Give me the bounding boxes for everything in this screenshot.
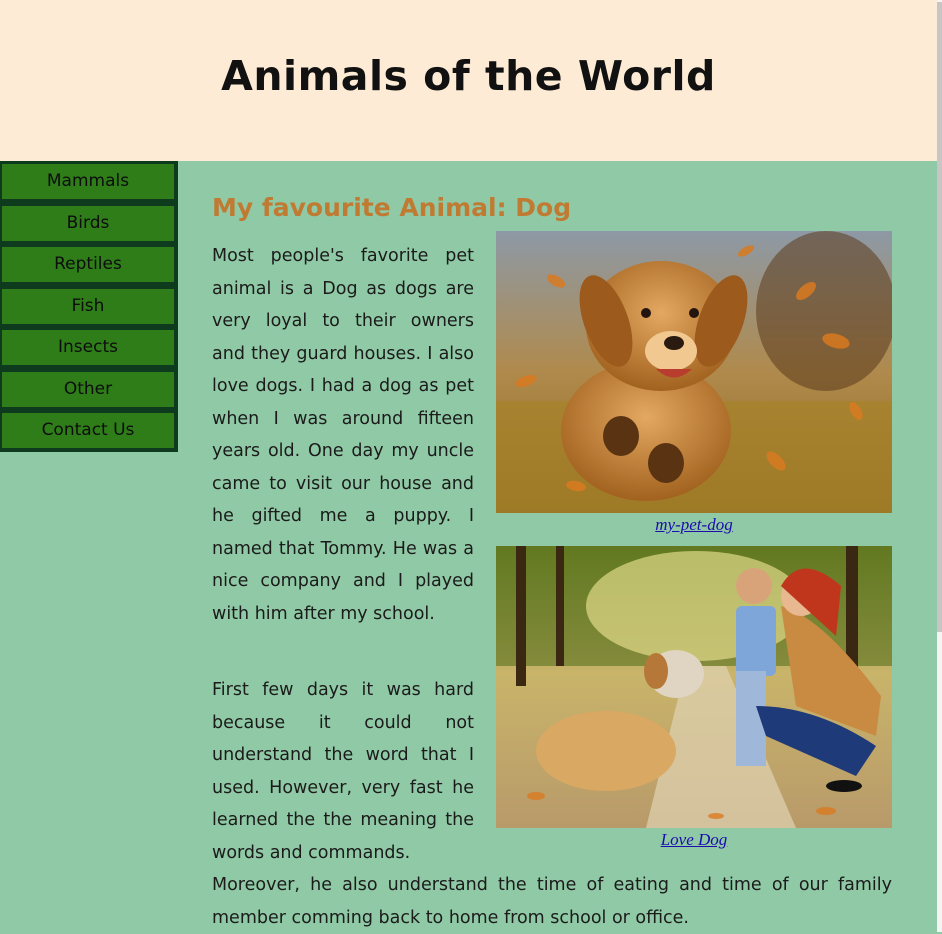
nav-item-birds[interactable]: Birds bbox=[2, 206, 174, 241]
nav-item-other[interactable]: Other bbox=[2, 372, 174, 407]
scrollbar[interactable] bbox=[937, 0, 942, 932]
figure-love-dog: Love Dog bbox=[496, 546, 892, 850]
figure-caption-love-dog[interactable]: Love Dog bbox=[496, 830, 892, 850]
article-paragraph-1: Most people's favorite pet animal is a D… bbox=[212, 246, 474, 624]
figure-pet-dog: my-pet-dog bbox=[496, 231, 892, 535]
nav-item-insects[interactable]: Insects bbox=[2, 330, 174, 365]
article-paragraph-2-continued: Moreover, he also understand the time of… bbox=[212, 875, 892, 928]
family-dog-photo bbox=[496, 546, 892, 828]
scrollbar-thumb[interactable] bbox=[937, 2, 942, 632]
article-paragraph-2: First few days it was hard because it co… bbox=[212, 680, 474, 863]
figure-caption-pet-dog[interactable]: my-pet-dog bbox=[496, 515, 892, 535]
running-dog-photo bbox=[496, 231, 892, 513]
site-title: Animals of the World bbox=[221, 52, 716, 100]
site-header: Animals of the World bbox=[0, 0, 937, 161]
nav-item-fish[interactable]: Fish bbox=[2, 289, 174, 324]
nav-item-contact-us[interactable]: Contact Us bbox=[2, 413, 174, 448]
nav-item-mammals[interactable]: Mammals bbox=[2, 164, 174, 199]
nav-item-reptiles[interactable]: Reptiles bbox=[2, 247, 174, 282]
sidebar-nav: Mammals Birds Reptiles Fish Insects Othe… bbox=[0, 161, 178, 452]
article-heading: My favourite Animal: Dog bbox=[212, 193, 572, 222]
